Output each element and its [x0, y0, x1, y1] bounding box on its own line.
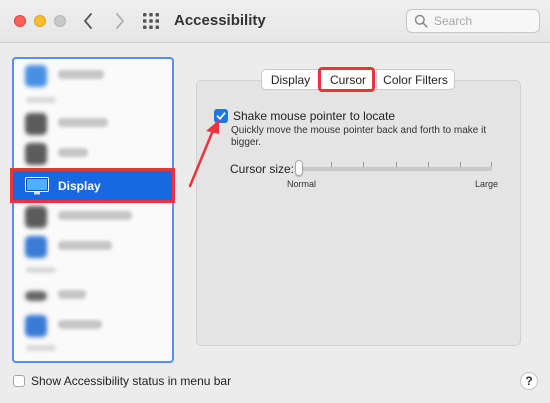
- sidebar-item-blurred[interactable]: [14, 283, 172, 309]
- tab-display[interactable]: Display: [262, 70, 320, 89]
- slider-tick: [460, 162, 461, 167]
- chevron-left-icon: [84, 13, 92, 29]
- sidebar-item-blurred[interactable]: [14, 111, 172, 137]
- blurred-app-icon: [25, 143, 47, 165]
- tab-color-filters[interactable]: Color Filters: [376, 70, 454, 89]
- slider-max-label: Large: [475, 179, 499, 189]
- title-bar: Accessibility Search: [0, 0, 550, 43]
- status-menu-label: Show Accessibility status in menu bar: [31, 374, 232, 388]
- sidebar-item-label: Display: [58, 179, 101, 193]
- shake-pointer-description: Quickly move the mouse pointer back and …: [231, 125, 487, 148]
- slider-tick: [428, 162, 429, 167]
- shake-pointer-label: Shake mouse pointer to locate: [233, 109, 396, 123]
- slider-tick: [363, 162, 364, 167]
- preferences-window: Accessibility Search Display Display Cur…: [0, 0, 550, 403]
- sidebar[interactable]: [12, 57, 174, 363]
- window-title: Accessibility: [174, 12, 266, 29]
- blurred-label: [58, 320, 102, 329]
- blurred-label: [58, 290, 86, 299]
- slider-tick: [491, 162, 492, 167]
- sidebar-item-blurred[interactable]: [14, 234, 172, 260]
- back-button[interactable]: [76, 8, 100, 34]
- close-window-button[interactable]: [14, 15, 26, 27]
- display-icon: [25, 177, 49, 195]
- chevron-right-icon: [116, 13, 124, 29]
- sidebar-item-display[interactable]: Display: [10, 168, 175, 203]
- blurred-app-icon: [25, 113, 47, 135]
- sidebar-item-blurred[interactable]: [14, 204, 172, 230]
- blurred-label: [58, 241, 112, 250]
- cursor-size-slider-knob[interactable]: [295, 160, 303, 176]
- sidebar-section-header: [26, 267, 56, 273]
- search-field[interactable]: Search: [406, 9, 540, 33]
- blurred-app-icon: [25, 65, 47, 87]
- cursor-size-slider[interactable]: [299, 167, 492, 171]
- sidebar-section-header: [26, 97, 56, 103]
- blurred-label: [58, 70, 104, 79]
- slider-tick: [331, 162, 332, 167]
- sidebar-item-blurred[interactable]: [14, 313, 172, 339]
- blurred-label: [58, 211, 132, 220]
- status-menu-checkbox[interactable]: [13, 375, 25, 387]
- blurred-app-icon: [25, 206, 47, 228]
- blurred-app-icon: [25, 236, 47, 258]
- blurred-label: [58, 118, 108, 127]
- cursor-tab-annotation-box: [318, 67, 375, 92]
- help-button[interactable]: ?: [520, 372, 538, 390]
- show-all-grid-icon[interactable]: [142, 12, 160, 30]
- blurred-app-icon: [25, 315, 47, 337]
- slider-tick: [396, 162, 397, 167]
- sidebar-section-header: [26, 345, 56, 351]
- slider-min-label: Normal: [287, 179, 317, 189]
- blurred-label: [58, 148, 88, 157]
- sidebar-item-blurred[interactable]: [14, 141, 172, 167]
- minimize-window-button[interactable]: [34, 15, 46, 27]
- zoom-window-button[interactable]: [54, 15, 66, 27]
- sidebar-item-blurred[interactable]: [14, 63, 172, 89]
- annotation-arrow-icon: [188, 120, 219, 188]
- blurred-app-icon: [25, 291, 47, 301]
- search-icon: [414, 14, 428, 28]
- cursor-size-label: Cursor size:: [230, 162, 295, 176]
- forward-button[interactable]: [108, 8, 132, 34]
- search-placeholder: Search: [434, 14, 473, 28]
